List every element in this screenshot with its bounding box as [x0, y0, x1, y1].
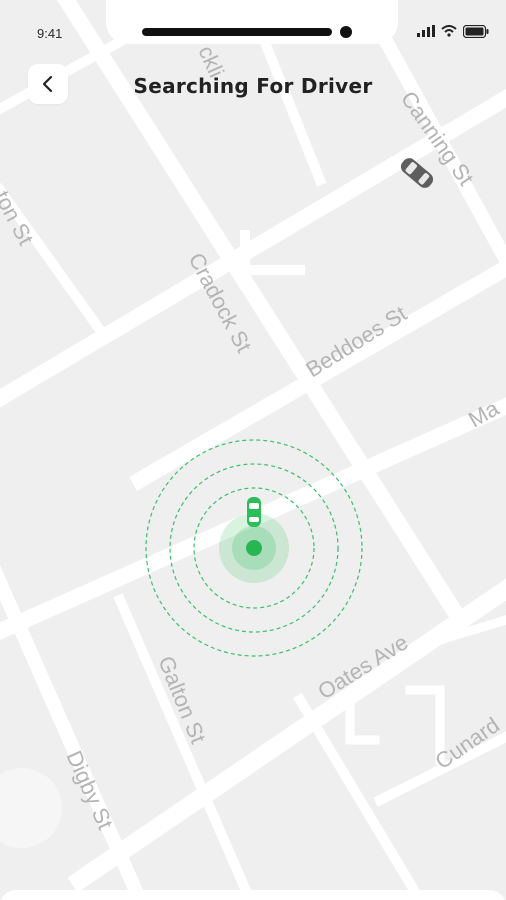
battery-icon [463, 24, 489, 38]
status-time: 9:41 [37, 26, 63, 41]
wifi-icon [441, 25, 457, 37]
device-notch [106, 0, 398, 44]
status-icons [417, 24, 489, 38]
map[interactable]: Canning St Cradock St Beddoes St Galton … [0, 0, 506, 900]
page-title: Searching For Driver [133, 74, 373, 98]
location-dot-icon [246, 540, 262, 556]
notch-speaker [142, 28, 332, 36]
notch-camera [340, 26, 352, 38]
driver-car-icon[interactable] [247, 497, 261, 527]
phone-screen: Canning St Cradock St Beddoes St Galton … [0, 0, 506, 900]
signal-icon [417, 25, 435, 37]
status-bar: 9:41 [0, 0, 506, 60]
bottom-sheet[interactable] [0, 890, 506, 900]
